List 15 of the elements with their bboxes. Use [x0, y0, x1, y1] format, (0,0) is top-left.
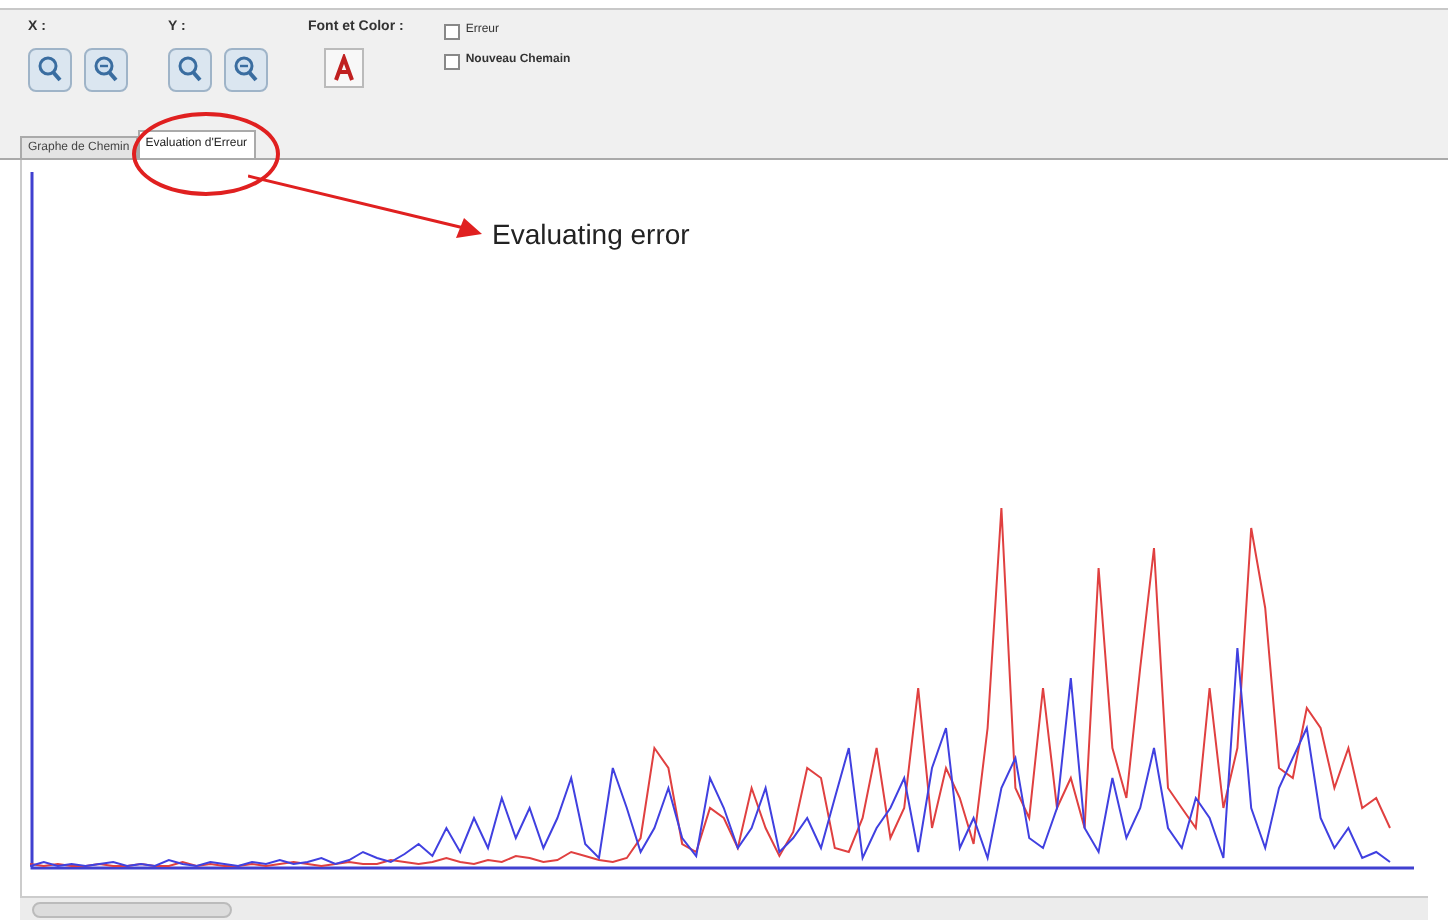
scrollbar-thumb[interactable] — [32, 901, 232, 917]
magnifier-icon — [90, 53, 122, 85]
horizontal-scrollbar[interactable] — [20, 896, 1428, 920]
checkbox[interactable] — [443, 23, 460, 39]
font-color-icon — [330, 53, 358, 81]
zoom-button[interactable] — [168, 47, 212, 91]
zoom-button[interactable] — [224, 47, 268, 91]
annotation-text: Evaluating error — [492, 216, 690, 254]
magnifier-icon — [34, 53, 66, 85]
zoom-button[interactable] — [84, 47, 128, 91]
magnifier-icon — [230, 53, 262, 85]
checkbox[interactable] — [443, 53, 460, 69]
zoom-button[interactable] — [28, 47, 72, 91]
magnifier-icon — [174, 53, 206, 85]
font-color-button[interactable] — [324, 47, 364, 87]
